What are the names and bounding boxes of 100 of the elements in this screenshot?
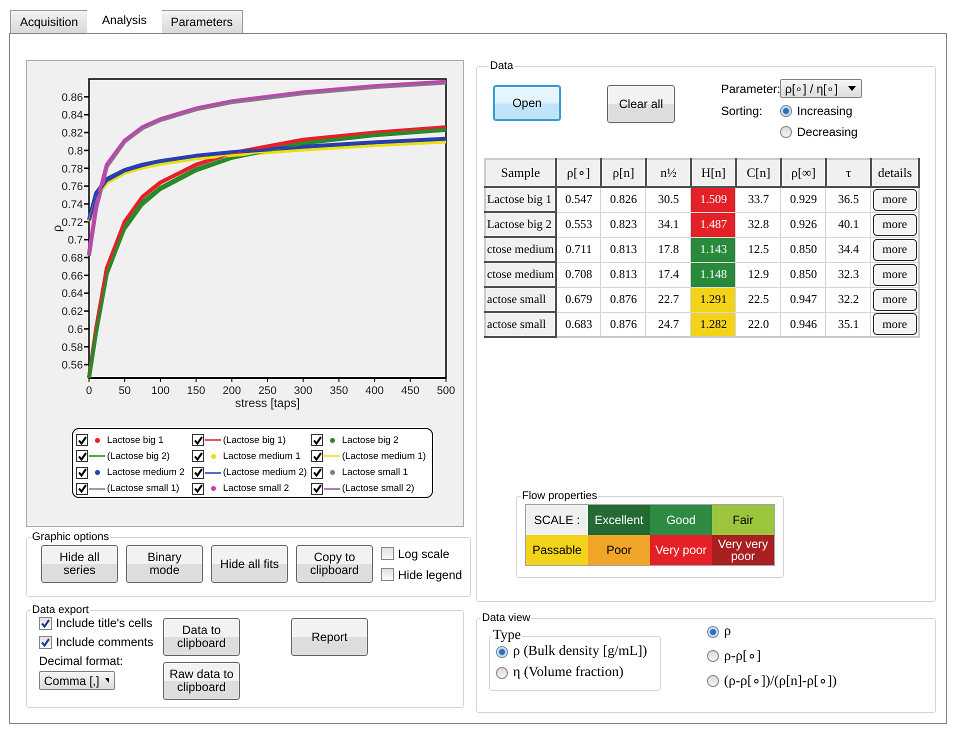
table-cell: 32.3 — [826, 262, 871, 287]
scale-level: Excellent — [588, 505, 650, 535]
radio-label: ρ-ρ[∘] — [724, 648, 761, 665]
row-header: ctose medium — [485, 262, 556, 287]
scale-level: Poor — [588, 535, 650, 565]
flow-index-cell: 1.148 — [690, 262, 736, 287]
scale-level: Very very poor — [712, 535, 774, 565]
x-tick-label: 50 — [118, 385, 131, 397]
checkbox-label: Include title's cells — [56, 616, 152, 630]
legend-label: (Lactose small 2) — [342, 483, 414, 494]
legend-label: Lactose medium 2 — [107, 467, 185, 478]
legend-label: Lactose big 1 — [107, 434, 164, 446]
table-cell: 0.826 — [600, 187, 646, 212]
table-cell: 40.1 — [826, 212, 871, 237]
scale-level: Passable — [526, 535, 588, 565]
scale-level: Fair — [712, 505, 774, 535]
x-tick-label: 200 — [222, 385, 241, 397]
column-header: Sample — [485, 159, 556, 187]
table-cell: 0.926 — [780, 212, 826, 237]
flow-index-cell: 1.487 — [690, 212, 736, 237]
checkbox-label: Hide legend — [398, 568, 462, 582]
field-label: Parameter: — [721, 82, 780, 96]
table-cell: 12.5 — [736, 237, 781, 262]
table-cell: 0.850 — [780, 262, 826, 287]
x-tick-label: 0 — [86, 385, 92, 397]
y-tick-label: 0.8 — [68, 145, 83, 158]
table-cell: 0.813 — [600, 237, 646, 262]
row-header: Lactose big 1 — [485, 187, 556, 212]
x-tick-label: 250 — [258, 385, 277, 397]
x-tick-label: 300 — [294, 385, 312, 397]
radio-label: Decreasing — [797, 125, 858, 139]
y-tick-label: 0.86 — [62, 92, 83, 104]
y-tick-label: 0.66 — [62, 270, 83, 282]
row-header: actose small — [485, 312, 556, 337]
group-title: Data export — [31, 604, 90, 616]
column-header: τ — [826, 159, 871, 187]
scale-label: SCALE : — [526, 505, 588, 535]
y-tick-label: 0.74 — [62, 198, 83, 211]
scale-level: Very poor — [650, 535, 712, 565]
field-label: Decimal format: — [39, 654, 124, 668]
x-tick-label: 400 — [365, 385, 384, 397]
table-cell: 12.9 — [736, 262, 781, 287]
y-tick-label: 0.68 — [62, 252, 83, 264]
radio-label: η (Volume fraction) — [513, 665, 624, 681]
row-header: ctose medium — [485, 237, 556, 262]
row-header: actose small — [485, 287, 556, 312]
y-tick-label: 0.62 — [62, 306, 83, 318]
group-title: Type — [492, 628, 522, 644]
y-tick-label: 0.56 — [62, 360, 83, 372]
y-tick-label: 0.58 — [62, 342, 83, 354]
y-tick-label: 0.78 — [62, 163, 83, 176]
legend-label: Lactose big 2 — [342, 434, 399, 446]
group-title: Data — [489, 60, 514, 72]
table-cell: 34.4 — [826, 237, 871, 262]
table-cell: 32.2 — [826, 287, 871, 312]
column-header: n½ — [646, 159, 691, 187]
legend-label: (Lactose medium 1) — [342, 450, 426, 462]
legend-label: (Lactose big 2) — [107, 450, 170, 462]
table-cell: 0.929 — [780, 187, 826, 212]
table-cell: 0.823 — [600, 212, 646, 237]
y-tick-label: 0.7 — [68, 234, 83, 247]
table-cell: 0.947 — [780, 287, 826, 312]
column-header: C[n] — [736, 159, 781, 187]
scale-level: Good — [650, 505, 712, 535]
radio-label: ρ (Bulk density [g/mL]) — [513, 644, 648, 660]
table-cell: 36.5 — [826, 187, 871, 212]
y-tick-label: 0.76 — [62, 181, 83, 194]
column-header: ρ[n] — [600, 159, 646, 187]
flow-index-cell: 1.143 — [690, 237, 736, 262]
legend-label: Lactose small 1 — [342, 467, 408, 478]
flow-index-cell: 1.509 — [690, 187, 736, 212]
legend-label: Lactose medium 1 — [223, 450, 301, 462]
y-tick-label: 0.6 — [68, 324, 83, 336]
table-cell: 0.813 — [600, 262, 646, 287]
y-tick-label: 0.64 — [62, 288, 83, 300]
group-title: Flow properties — [521, 490, 598, 502]
radio-label: (ρ-ρ[∘])/(ρ[n]-ρ[∘]) — [724, 673, 837, 690]
y-axis-title: ρ — [50, 225, 64, 232]
row-header: Lactose big 2 — [485, 212, 556, 237]
table-cell: 32.8 — [736, 212, 781, 237]
field-label: Sorting: — [721, 104, 764, 118]
column-header: ρ[∘] — [556, 159, 601, 187]
checkbox-label: Log scale — [398, 546, 450, 560]
table-cell: 0.553 — [556, 212, 601, 237]
column-header: H[n] — [690, 159, 736, 187]
table-cell: 22.5 — [736, 287, 781, 312]
table-cell: 0.679 — [556, 287, 601, 312]
table-cell: 0.850 — [780, 237, 826, 262]
table-cell: 0.708 — [556, 262, 601, 287]
table-cell: 0.876 — [600, 287, 646, 312]
x-tick-label: 350 — [330, 385, 348, 397]
group-title: Data view — [481, 612, 532, 624]
group-title: Graphic options — [31, 531, 110, 543]
legend-label: (Lactose big 1) — [223, 434, 286, 446]
x-tick-label: 150 — [186, 385, 206, 397]
radio-label: ρ — [724, 624, 731, 640]
table-cell: 33.7 — [736, 187, 781, 212]
y-tick-label: 0.72 — [62, 216, 83, 229]
table-cell: 0.711 — [556, 237, 601, 262]
legend-label: (Lactose small 1) — [107, 483, 180, 494]
